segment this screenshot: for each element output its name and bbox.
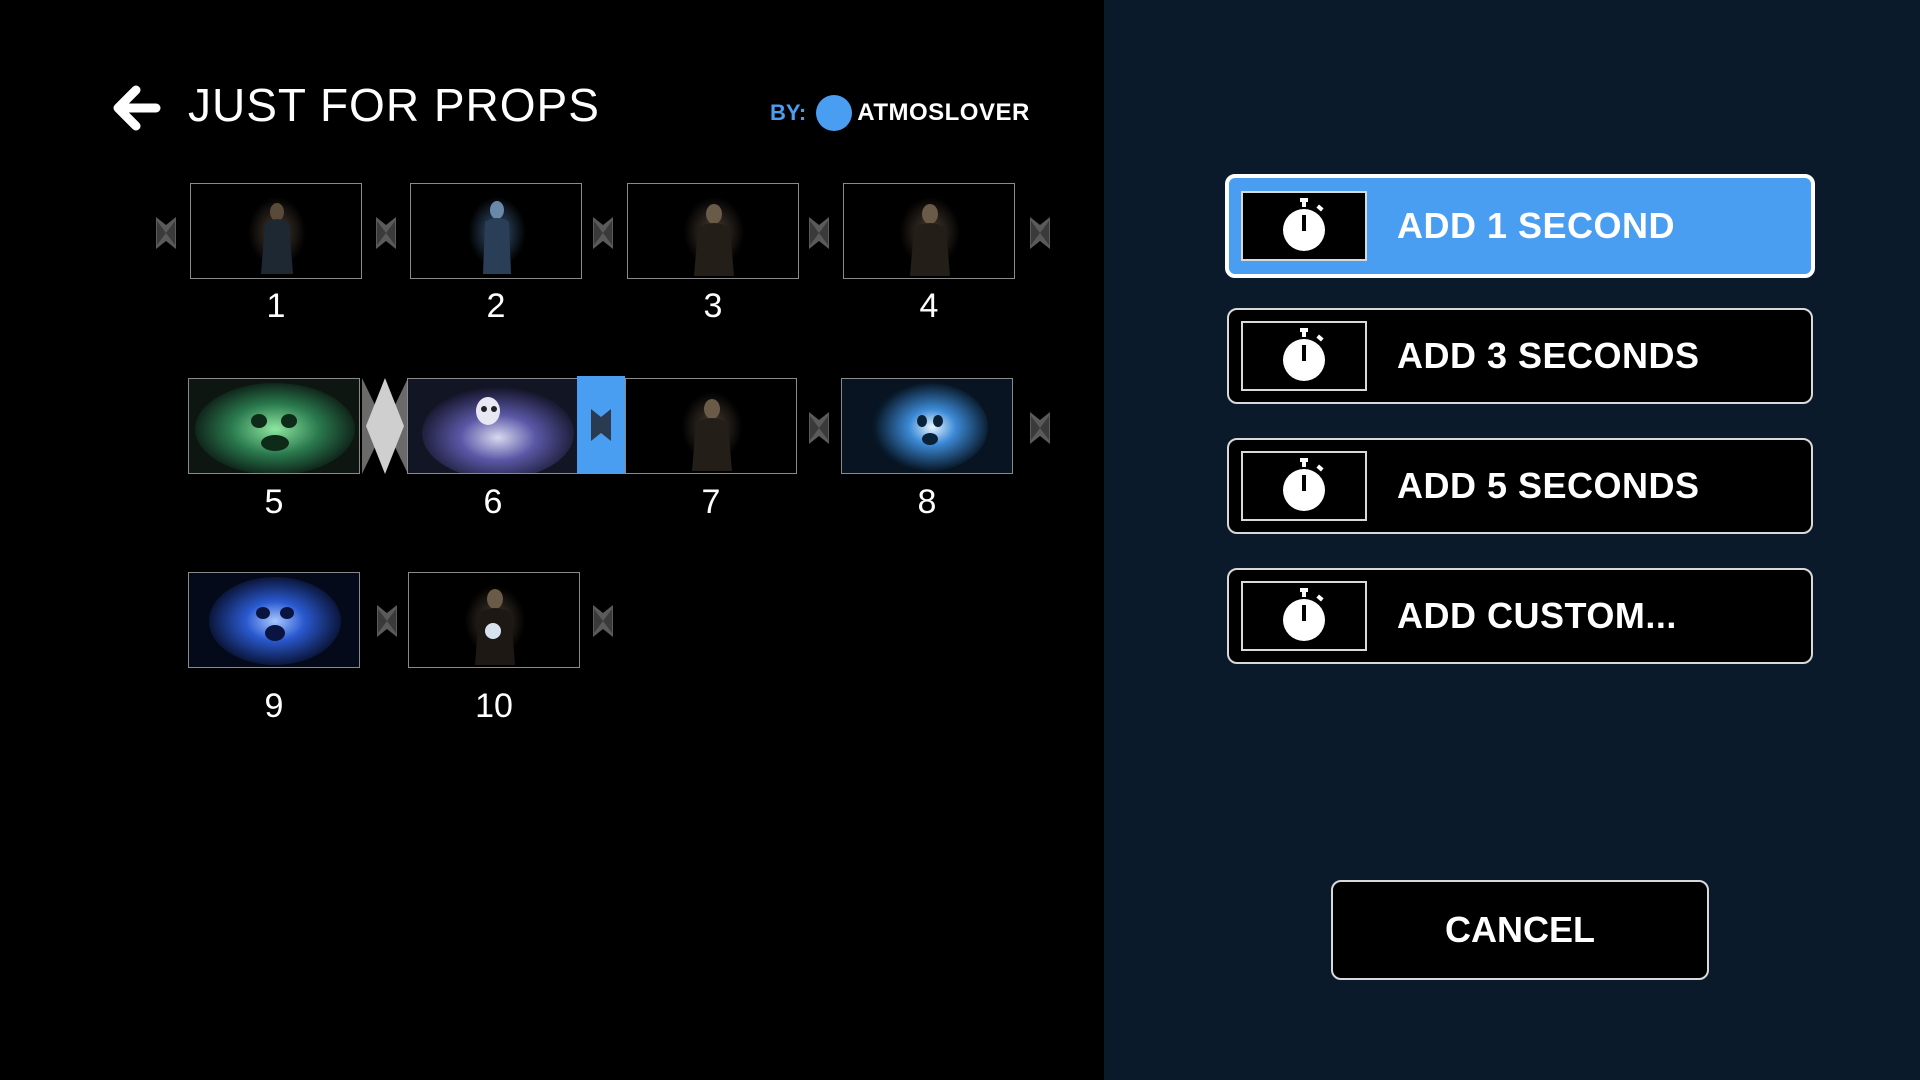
add-1-second-button[interactable]: ADD 1 SECOND <box>1225 174 1815 278</box>
clip-thumbnail-7[interactable] <box>625 378 797 474</box>
add-5-seconds-button[interactable]: ADD 5 SECONDS <box>1227 438 1813 534</box>
cancel-button[interactable]: CANCEL <box>1331 880 1709 980</box>
clip-number: 6 <box>483 483 503 521</box>
clip-thumbnail-10[interactable] <box>408 572 580 668</box>
clip-editor-panel <box>0 0 1104 1080</box>
clip-number: 2 <box>486 287 506 325</box>
option-label: ADD 3 SECONDS <box>1397 335 1700 376</box>
clip-thumbnail-1[interactable] <box>190 183 362 279</box>
clip-number: 8 <box>917 483 937 521</box>
transition-marker[interactable] <box>808 213 830 253</box>
clip-thumbnail-9[interactable] <box>188 572 360 668</box>
crossfade-transition-marker[interactable] <box>362 378 408 474</box>
clip-number: 4 <box>919 287 939 325</box>
clip-thumbnail-3[interactable] <box>627 183 799 279</box>
avatar <box>816 95 853 131</box>
stopwatch-icon <box>1241 321 1367 391</box>
back-arrow-icon[interactable] <box>110 84 162 132</box>
clip-thumbnail-5[interactable] <box>188 378 360 474</box>
transition-marker[interactable] <box>375 213 397 253</box>
playlist-title: JUST FOR PROPS <box>188 79 600 131</box>
add-custom-button[interactable]: ADD CUSTOM... <box>1227 568 1813 664</box>
author-byline: BY: ATMOSLOVER <box>770 93 1030 133</box>
by-label: BY: <box>770 100 807 125</box>
option-label: ADD CUSTOM... <box>1397 595 1677 636</box>
clip-number: 7 <box>701 483 721 521</box>
transition-marker[interactable] <box>592 213 614 253</box>
clip-number: 3 <box>703 287 723 325</box>
clip-number: 1 <box>266 287 286 325</box>
clip-thumbnail-8[interactable] <box>841 378 1013 474</box>
stopwatch-icon <box>1241 581 1367 651</box>
author-name[interactable]: ATMOSLOVER <box>857 99 1030 127</box>
option-label: ADD 1 SECOND <box>1397 205 1676 246</box>
clip-thumbnail-6[interactable] <box>407 378 579 474</box>
stopwatch-icon <box>1241 451 1367 521</box>
transition-marker[interactable] <box>376 601 398 641</box>
transition-marker[interactable] <box>808 408 830 448</box>
clip-thumbnail-2[interactable] <box>410 183 582 279</box>
transition-marker[interactable] <box>1029 408 1051 448</box>
selected-transition-marker[interactable] <box>577 376 625 474</box>
transition-marker[interactable] <box>592 601 614 641</box>
option-label: ADD 5 SECONDS <box>1397 465 1700 506</box>
transition-marker[interactable] <box>1029 213 1051 253</box>
clip-number: 9 <box>264 687 284 725</box>
clip-number: 5 <box>264 483 284 521</box>
clip-thumbnail-4[interactable] <box>843 183 1015 279</box>
transition-marker[interactable] <box>155 213 177 253</box>
stopwatch-icon <box>1241 191 1367 261</box>
clip-number: 10 <box>475 687 513 725</box>
add-3-seconds-button[interactable]: ADD 3 SECONDS <box>1227 308 1813 404</box>
